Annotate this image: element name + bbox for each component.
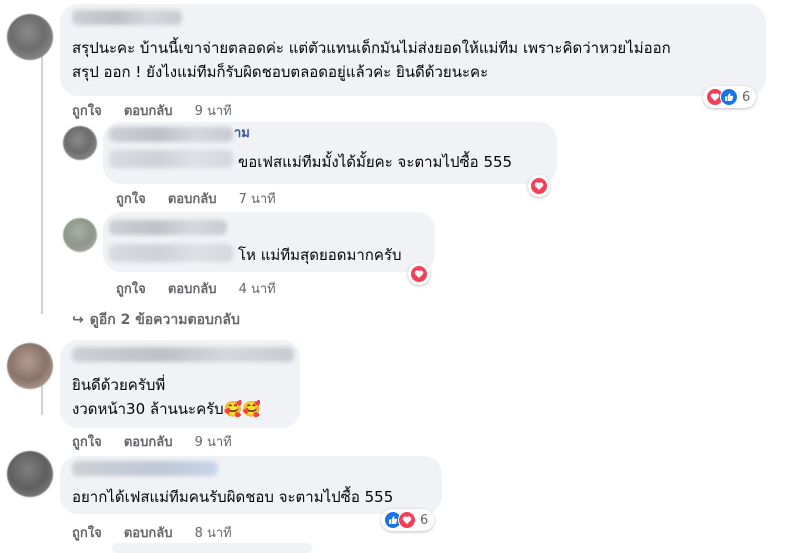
comment-bubble [112,543,312,553]
avatar[interactable] [7,451,53,497]
view-more-replies-link[interactable]: ↪ ดูอีก 2 ข้อความตอบกลับ [72,309,240,331]
comment-text: ขอเฟสแม่ทีมมั้งได้มั้ยคะ จะตามไปซื้อ 555 [238,153,513,171]
commenter-name[interactable] [109,127,233,142]
avatar[interactable] [63,126,97,160]
comment-text: โห แม่ทีมสุดยอดมากครับ [238,246,402,264]
like-button[interactable]: ถูกใจ [72,104,102,119]
reaction-count: 6 [742,89,751,105]
like-button[interactable]: ถูกใจ [72,435,102,450]
reply-button[interactable]: ตอบกลับ [124,526,173,541]
comment-text: สรุปนะคะ บ้านนี้เขาจ่ายตลอดค่ะ แต่ตัวแทน… [72,39,671,57]
comment-actions: ถูกใจ ตอบกลับ 8 นาที [72,522,232,543]
avatar[interactable] [7,343,53,389]
avatar[interactable] [63,218,97,252]
commenter-name [109,150,233,168]
reaction-count: 6 [420,512,429,528]
comment-actions: ถูกใจ ตอบกลับ 4 นาที [116,278,276,299]
reaction-summary[interactable]: 6 [703,86,757,108]
comment-actions: ถูกใจ ตอบกลับ 9 นาที [72,431,232,452]
timestamp[interactable]: 9 นาที [195,435,232,450]
avatar[interactable] [7,14,53,60]
view-more-replies-label: ดูอีก 2 ข้อความตอบกลับ [89,312,240,328]
commenter-name-suffix[interactable]: าม [234,126,250,142]
timestamp[interactable]: 8 นาที [195,526,232,541]
reply-button[interactable]: ตอบกลับ [124,104,173,119]
comment-text: ยินดีด้วยครับพี่ [72,376,166,394]
thread-line [41,52,43,314]
timestamp[interactable]: 9 นาที [195,104,232,119]
commenter-name[interactable] [109,220,227,235]
comment-text: งวดหน้า30 ล้านนะครับ🥰🥰 [72,400,262,418]
reaction-summary[interactable]: 6 [381,509,435,531]
commenter-name[interactable] [72,10,182,25]
comment-actions: ถูกใจ ตอบกลับ 9 นาที [72,100,232,121]
reaction-summary[interactable] [408,263,430,285]
like-button[interactable]: ถูกใจ [116,282,146,297]
love-reaction-icon [398,511,416,529]
reply-button[interactable]: ตอบกลับ [168,282,217,297]
timestamp[interactable]: 4 นาที [239,282,276,297]
timestamp[interactable]: 7 นาที [239,192,276,207]
comment-actions: ถูกใจ ตอบกลับ 7 นาที [116,188,276,209]
reply-arrow-icon: ↪ [72,312,84,328]
love-reaction-icon [410,265,428,283]
reaction-summary[interactable] [528,175,550,197]
like-button[interactable]: ถูกใจ [72,526,102,541]
love-reaction-icon [530,177,548,195]
like-button[interactable]: ถูกใจ [116,192,146,207]
comment-text: สรุป ออก ! ยังไงแม่ทีมก็รับผิดชอบตลอดอยู… [72,63,489,81]
reply-button[interactable]: ตอบกลับ [124,435,173,450]
reply-button[interactable]: ตอบกลับ [168,192,217,207]
like-reaction-icon [720,88,738,106]
commenter-name[interactable] [72,347,294,362]
comment-text: อยากได้เฟสแม่ทีมคนรับผิดชอบ จะตามไปซื้อ … [72,488,394,506]
commenter-name [109,244,233,262]
commenter-name[interactable] [72,461,218,476]
